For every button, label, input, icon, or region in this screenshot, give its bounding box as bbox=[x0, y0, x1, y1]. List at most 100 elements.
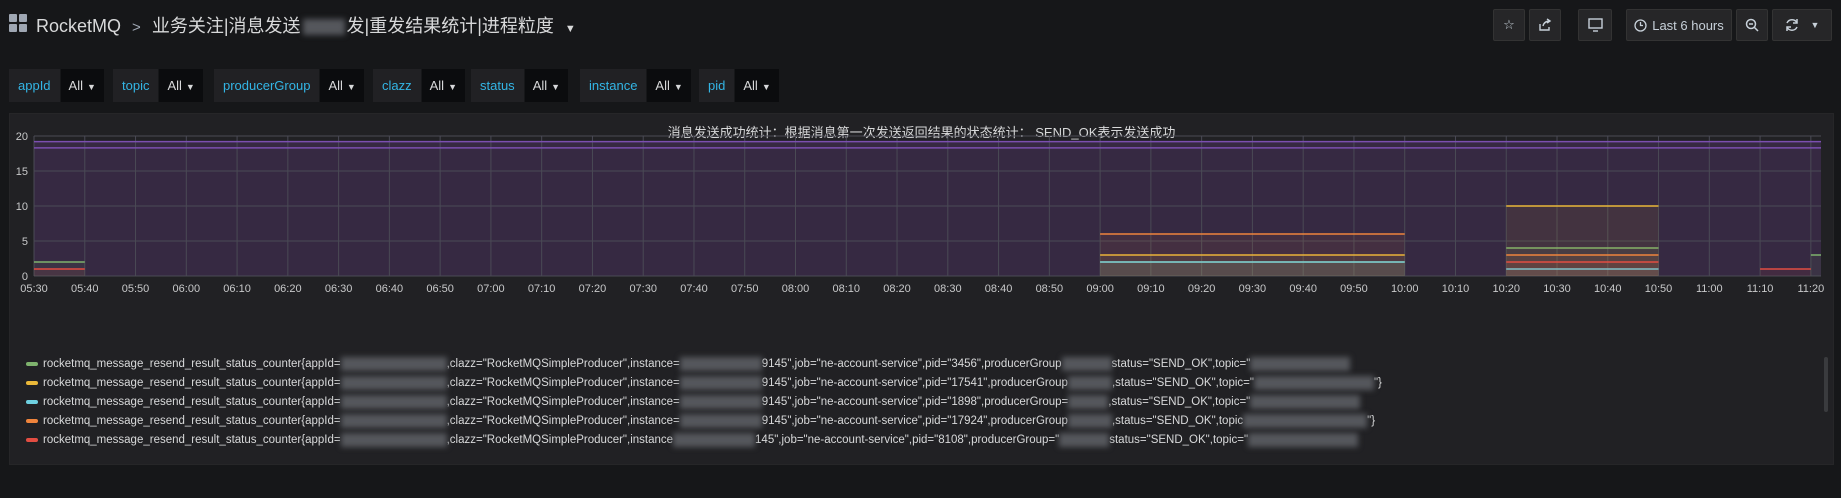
graph-chart[interactable]: 0 5 10 15 20 05:30 05:40 05:50 06:00 06:10 06:20 06… bbox=[10, 114, 1833, 354]
redacted-block bbox=[340, 413, 447, 428]
legend-item[interactable]: rocketmq_message_resend_result_status_co… bbox=[26, 374, 1806, 393]
folder-name[interactable]: RocketMQ bbox=[36, 16, 121, 36]
x-tick-label: 05:40 bbox=[71, 283, 99, 295]
time-range-picker[interactable]: Last 6 hours bbox=[1626, 9, 1732, 41]
title-part: 业务关注 bbox=[151, 16, 224, 36]
redacted-block bbox=[1068, 394, 1109, 409]
var-topic[interactable]: topic All ▼ bbox=[113, 69, 203, 102]
var-select[interactable]: All ▼ bbox=[735, 69, 779, 102]
legend-text: "} bbox=[1373, 377, 1382, 389]
legend-swatch bbox=[26, 380, 38, 385]
legend-text: rocketmq_message_resend_result_status_co… bbox=[43, 396, 341, 408]
star-icon: ☆ bbox=[1503, 17, 1515, 32]
series-area bbox=[1760, 269, 1811, 276]
var-instance[interactable]: instance All ▼ bbox=[580, 69, 691, 102]
legend-item[interactable]: rocketmq_message_resend_result_status_co… bbox=[26, 431, 1806, 450]
legend-text: "} bbox=[1367, 415, 1376, 427]
x-tick-label: 08:00 bbox=[782, 283, 810, 295]
dashboard-grid-icon[interactable] bbox=[9, 14, 27, 32]
x-tick-label: 09:30 bbox=[1239, 283, 1267, 295]
legend-text: 145",job="ne-account-service",pid="8108"… bbox=[755, 434, 1060, 446]
x-tick-label: 09:00 bbox=[1086, 283, 1114, 295]
x-tick-label: 11:00 bbox=[1696, 283, 1723, 295]
var-status[interactable]: status All ▼ bbox=[471, 69, 569, 102]
x-tick-label: 07:10 bbox=[528, 283, 556, 295]
share-button[interactable] bbox=[1529, 9, 1561, 41]
clock-icon bbox=[1634, 18, 1647, 32]
x-tick-label: 08:10 bbox=[833, 283, 861, 295]
var-label: appId bbox=[9, 69, 61, 102]
var-select[interactable]: All ▼ bbox=[320, 69, 364, 102]
refresh-button[interactable]: ▼ bbox=[1772, 9, 1832, 41]
breadcrumb-separator: > bbox=[132, 19, 141, 36]
tv-mode-button[interactable] bbox=[1578, 9, 1612, 41]
var-clazz[interactable]: clazz All ▼ bbox=[373, 69, 465, 102]
var-label: producerGroup bbox=[214, 69, 321, 102]
legend-item[interactable]: rocketmq_message_resend_result_status_co… bbox=[26, 355, 1806, 374]
caret-down-icon: ▼ bbox=[346, 82, 356, 92]
y-tick-label: 10 bbox=[16, 201, 28, 213]
legend-text: ,clazz="RocketMQSimpleProducer",instance… bbox=[446, 396, 680, 408]
x-tick-label: 08:40 bbox=[985, 283, 1013, 295]
var-appid[interactable]: appId All ▼ bbox=[9, 69, 104, 102]
redacted-block bbox=[1243, 413, 1368, 428]
var-select[interactable]: All ▼ bbox=[60, 69, 104, 102]
title-part: 发 bbox=[346, 16, 365, 36]
var-producergroup[interactable]: producerGroup All ▼ bbox=[214, 69, 364, 102]
legend-text: ,status="SEND_OK",topic bbox=[1111, 415, 1244, 427]
redacted-block bbox=[340, 394, 447, 409]
x-tick-label: 08:30 bbox=[934, 283, 962, 295]
legend-text: rocketmq_message_resend_result_status_co… bbox=[43, 415, 341, 427]
legend-text: status="SEND_OK",topic=" bbox=[1111, 358, 1251, 370]
redacted-block bbox=[1059, 432, 1110, 447]
redacted-block bbox=[1067, 375, 1112, 390]
caret-down-icon[interactable]: ▼ bbox=[565, 23, 576, 35]
x-tick-label: 07:40 bbox=[680, 283, 708, 295]
star-button[interactable]: ☆ bbox=[1493, 9, 1525, 41]
zoom-out-button[interactable] bbox=[1736, 9, 1768, 41]
redacted-block bbox=[679, 413, 762, 428]
var-pid[interactable]: pid All ▼ bbox=[699, 69, 779, 102]
x-tick-label: 05:30 bbox=[20, 283, 48, 295]
redacted-block bbox=[679, 356, 762, 371]
redacted-block bbox=[340, 356, 447, 371]
legend-swatch bbox=[26, 418, 38, 423]
x-tick-label: 09:20 bbox=[1188, 283, 1216, 295]
x-tick-label: 06:10 bbox=[223, 283, 251, 295]
redacted-block bbox=[340, 375, 447, 390]
y-tick-label: 0 bbox=[22, 271, 28, 283]
legend-text: ,status="SEND_OK",topic=" bbox=[1111, 377, 1254, 389]
refresh-icon bbox=[1785, 19, 1798, 31]
legend-text: ,clazz="RocketMQSimpleProducer",instance… bbox=[446, 415, 680, 427]
caret-down-icon: ▼ bbox=[185, 82, 195, 92]
var-label: instance bbox=[580, 69, 648, 102]
var-value: All bbox=[743, 78, 758, 93]
caret-down-icon: ▼ bbox=[673, 82, 683, 92]
var-label: topic bbox=[113, 69, 160, 102]
chevron-down-icon[interactable]: ▼ bbox=[1811, 20, 1820, 30]
redacted-block bbox=[679, 375, 762, 390]
var-select[interactable]: All ▼ bbox=[159, 69, 203, 102]
redacted-block bbox=[340, 432, 447, 447]
legend-item[interactable]: rocketmq_message_resend_result_status_co… bbox=[26, 412, 1806, 431]
dashboard-title[interactable]: RocketMQ > 业务关注|消息发送 发|重发结果统计|进程粒度 ▼ bbox=[36, 12, 576, 38]
y-tick-label: 20 bbox=[16, 131, 28, 143]
graph-panel[interactable]: 消息发送成功统计：根据消息第一次发送返回结果的状态统计： SEND_OK表示发送… bbox=[9, 113, 1834, 465]
redacted-block bbox=[1253, 375, 1374, 390]
var-select[interactable]: All ▼ bbox=[524, 69, 569, 102]
top-navbar: RocketMQ > 业务关注|消息发送 发|重发结果统计|进程粒度 ▼ ☆ La… bbox=[0, 0, 1841, 48]
var-select[interactable]: All ▼ bbox=[421, 69, 465, 102]
x-tick-label: 06:20 bbox=[274, 283, 302, 295]
tv-icon bbox=[1587, 18, 1603, 32]
legend-item[interactable]: rocketmq_message_resend_result_status_co… bbox=[26, 393, 1806, 412]
x-tick-label: 11:20 bbox=[1797, 283, 1824, 295]
var-select[interactable]: All ▼ bbox=[647, 69, 691, 102]
x-tick-label: 09:10 bbox=[1137, 283, 1165, 295]
var-value: All bbox=[532, 78, 548, 93]
legend-scrollbar[interactable] bbox=[1824, 357, 1828, 412]
x-tick-label: 07:50 bbox=[731, 283, 759, 295]
var-value: All bbox=[167, 78, 182, 93]
var-value: All bbox=[655, 78, 670, 93]
legend-swatch bbox=[26, 361, 38, 366]
x-tick-label: 07:00 bbox=[477, 283, 505, 295]
